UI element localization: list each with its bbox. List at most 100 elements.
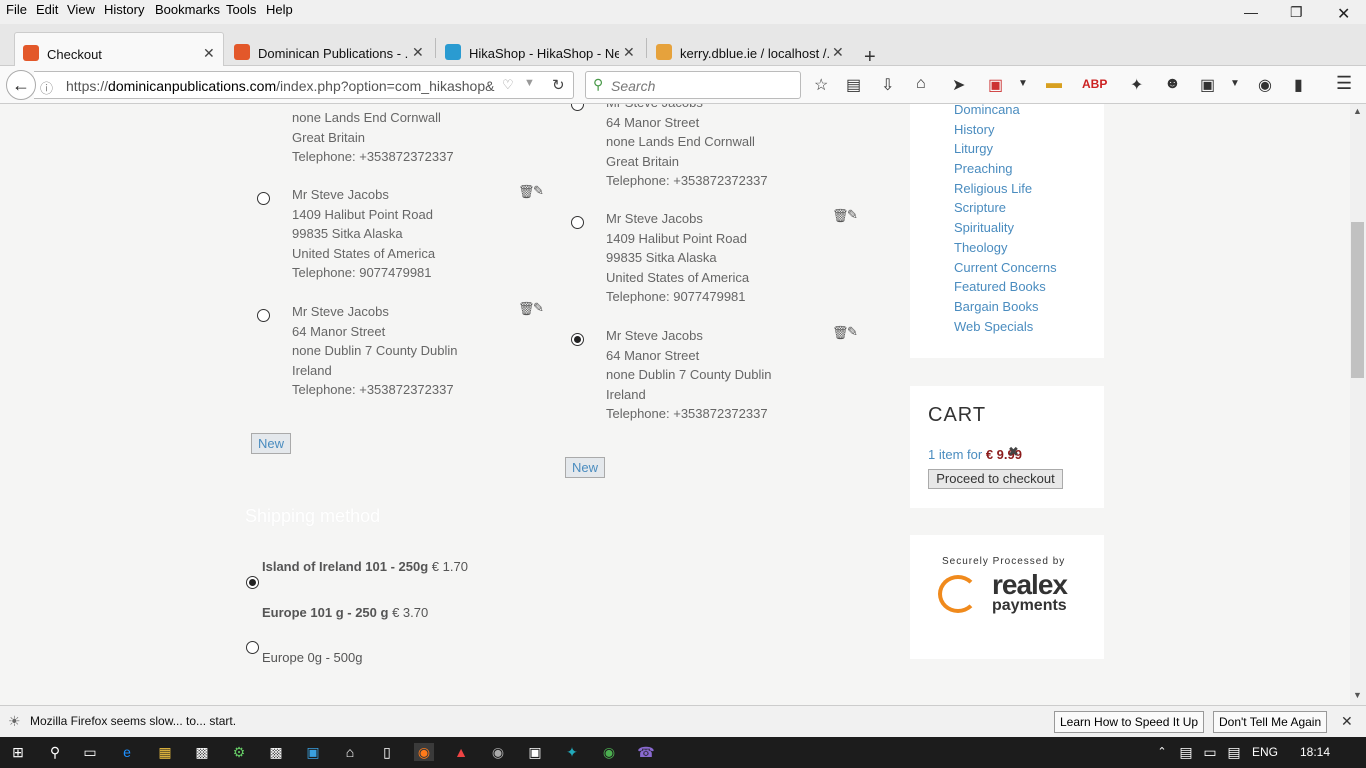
notepad-icon[interactable]: ▯ [377,743,397,761]
message-icon[interactable]: ▤ [1224,743,1244,761]
learn-speed-button[interactable]: Learn How to Speed It Up [1054,711,1205,733]
pocket-icon[interactable]: ♡ [502,77,514,93]
billing-address-radio[interactable] [257,309,270,322]
download-icon[interactable]: ⇩ [881,75,894,95]
file-explorer-icon[interactable]: ▦ [155,743,175,761]
menu-tools[interactable]: Tools [226,2,256,17]
battery-icon[interactable]: ▭ [1200,743,1220,761]
close-tab-icon[interactable]: ✕ [832,44,844,61]
category-link[interactable]: Preaching [954,161,1013,176]
tab-phpmyadmin[interactable]: kerry.dblue.ie / localhost /... ✕ [648,32,856,66]
new-shipping-address-button[interactable]: New [565,457,605,478]
category-link[interactable]: Domincana [954,104,1020,117]
color-wheel-icon[interactable]: ◉ [1258,75,1272,95]
close-tab-icon[interactable]: ✕ [412,44,424,61]
remote-desktop-icon[interactable]: ▣ [303,743,323,761]
category-link[interactable]: History [954,122,994,137]
dropdown-icon[interactable]: ▼ [524,77,535,89]
network-icon[interactable]: ▤ [1176,743,1196,761]
menu-history[interactable]: History [104,2,144,17]
pocket-save-icon[interactable]: ▣ [1200,75,1215,95]
store-icon[interactable]: ▩ [192,743,212,761]
scroll-down-icon[interactable]: ▼ [1353,690,1362,700]
category-link[interactable]: Scripture [954,200,1006,215]
new-tab-icon[interactable]: + [864,34,876,68]
home-icon[interactable]: ⌂ [340,743,360,761]
ruler-icon[interactable]: ▬ [1046,75,1062,93]
category-link[interactable]: Web Specials [954,319,1033,334]
tab-dominican[interactable]: Dominican Publications - ... ✕ [226,32,434,66]
tab-hikashop[interactable]: HikaShop - HikaShop - Ne... ✕ [437,32,645,66]
shipping-address-radio[interactable] [571,104,584,111]
chevron-up-icon[interactable]: ⌃ [1152,743,1172,761]
firefox-icon[interactable]: ◉ [414,743,434,761]
page-scrollbar[interactable]: ▲ ▼ [1350,104,1366,705]
restore-icon[interactable]: ❐ [1290,4,1303,21]
menu-file[interactable]: File [6,2,27,17]
shipping-address-radio-selected[interactable] [571,333,584,346]
shipping-option-radio[interactable] [246,641,259,654]
dropdown-icon[interactable]: ▼ [1230,78,1240,89]
search-icon[interactable]: ⚲ [45,743,65,761]
url-bar[interactable]: ⓘ https://dominicanpublications.com/inde… [34,71,574,99]
menu-edit[interactable]: Edit [36,2,58,17]
category-link[interactable]: Spirituality [954,220,1014,235]
reload-icon[interactable]: ↻ [552,76,565,94]
extension-icon[interactable]: ▮ [1294,75,1303,95]
edit-pencil-icon[interactable]: ✎ [847,207,858,223]
send-icon[interactable]: ➤ [952,75,965,95]
close-tab-icon[interactable]: ✕ [203,45,215,62]
adblock-icon[interactable]: ABP [1082,77,1107,91]
edge-icon[interactable]: e [117,743,137,761]
edit-pencil-icon[interactable]: ✎ [533,300,544,316]
clock[interactable]: 18:14 [1300,745,1330,759]
close-window-icon[interactable]: ✕ [1337,4,1350,24]
scroll-up-icon[interactable]: ▲ [1353,106,1362,116]
dropdown-icon[interactable]: ▼ [1018,78,1028,89]
proceed-to-checkout-button[interactable]: Proceed to checkout [928,469,1063,489]
disc-icon[interactable]: ◉ [488,743,508,761]
network-tool-icon[interactable]: ⚙ [229,743,249,761]
category-link[interactable]: Religious Life [954,181,1032,196]
edit-pencil-icon[interactable]: ✎ [847,324,858,340]
menu-help[interactable]: Help [266,2,293,17]
pin-icon[interactable]: ✦ [1130,75,1143,95]
search-box[interactable]: ⚲ Search [585,71,801,99]
close-notification-icon[interactable]: ✕ [1341,713,1353,730]
category-link[interactable]: Featured Books [954,279,1046,294]
chrome-icon[interactable]: ◉ [599,743,619,761]
new-billing-address-button[interactable]: New [251,433,291,454]
shipping-option-radio-selected[interactable] [246,576,259,589]
scrollbar-thumb[interactable] [1351,222,1364,378]
chat-icon[interactable]: ☻ [1164,75,1181,93]
back-button[interactable]: ← [6,70,36,100]
task-view-icon[interactable]: ▭ [80,743,100,761]
viber-icon[interactable]: ☎ [636,743,656,761]
minimize-icon[interactable]: — [1244,4,1258,20]
site-info-icon[interactable]: ⓘ [40,78,53,97]
cmd-icon[interactable]: ▩ [266,743,286,761]
category-link[interactable]: Liturgy [954,141,993,156]
reading-list-icon[interactable]: ▤ [846,75,861,95]
category-link[interactable]: Theology [954,240,1007,255]
rocket-icon[interactable]: ▲ [451,743,471,761]
windows-start-icon[interactable]: ⊞ [8,743,28,761]
remove-cart-icon[interactable]: ✖ [1008,444,1019,460]
close-tab-icon[interactable]: ✕ [623,44,635,61]
hamburger-menu-icon[interactable]: ☰ [1336,73,1352,94]
bookmark-star-icon[interactable]: ☆ [814,75,828,95]
billing-address-radio[interactable] [257,192,270,205]
menu-bookmarks[interactable]: Bookmarks [155,2,220,17]
edit-pencil-icon[interactable]: ✎ [533,183,544,199]
camera-icon[interactable]: ▣ [525,743,545,761]
pdf-icon[interactable]: ▣ [988,75,1003,95]
menu-view[interactable]: View [67,2,95,17]
category-link[interactable]: Bargain Books [954,299,1039,314]
category-link[interactable]: Current Concerns [954,260,1057,275]
tab-checkout[interactable]: Checkout ✕ [14,32,224,66]
language-indicator[interactable]: ENG [1252,745,1278,759]
shipping-address-radio[interactable] [571,216,584,229]
app-icon[interactable]: ✦ [562,743,582,761]
home-icon[interactable]: ⌂ [916,75,926,93]
dont-tell-again-button[interactable]: Don't Tell Me Again [1213,711,1328,733]
